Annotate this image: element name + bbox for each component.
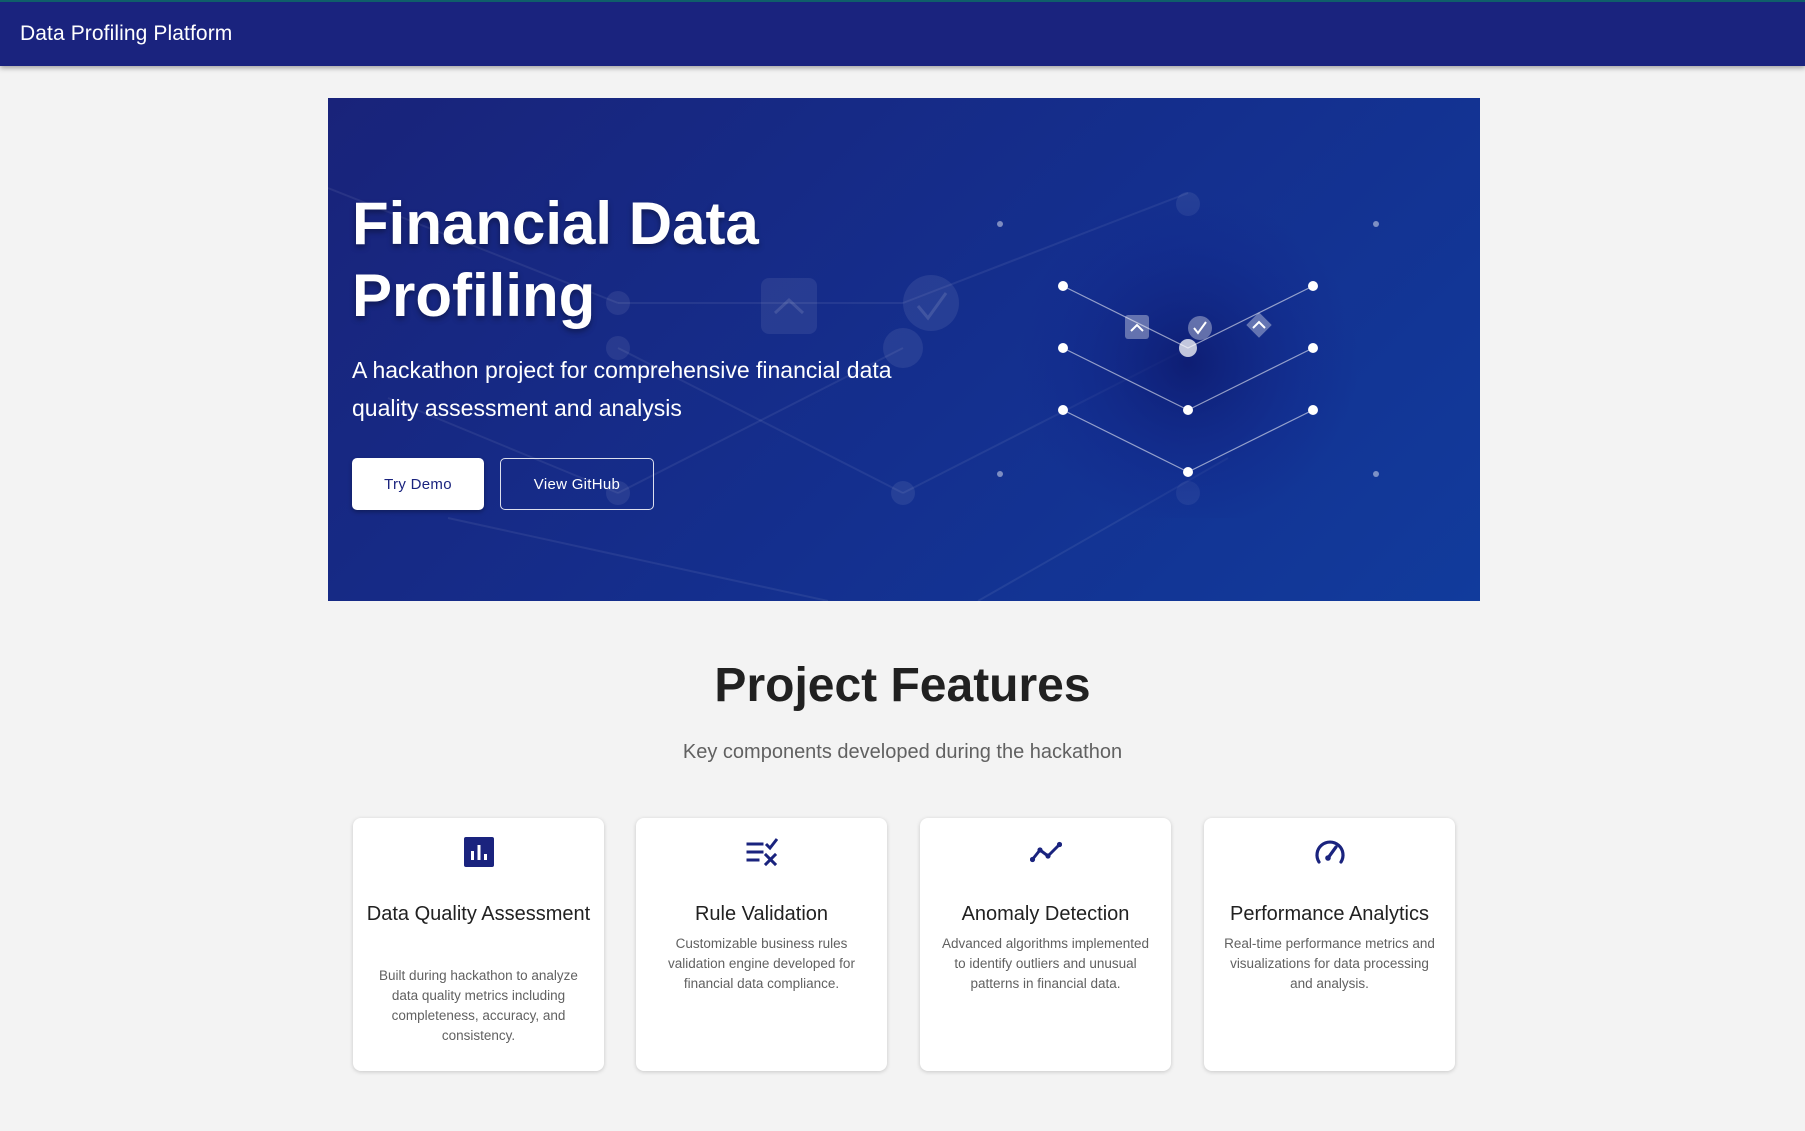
feature-card-performance-analytics[interactable]: Performance Analytics Real-time performa… <box>1204 818 1455 1071</box>
feature-card-rule-validation[interactable]: Rule Validation Customizable business ru… <box>636 818 887 1071</box>
card-title: Anomaly Detection <box>961 903 1130 925</box>
card-title: Rule Validation <box>694 903 829 925</box>
card-description: Real-time performance metrics and visual… <box>1224 936 1435 991</box>
feature-card-data-quality[interactable]: Data Quality Assessment Built during hac… <box>353 818 604 1071</box>
rule-checklist-icon <box>746 838 778 867</box>
small-chart-icon <box>1125 315 1149 339</box>
card-description: Customizable business rules validation e… <box>668 936 855 991</box>
hero-subtitle: A hackathon project for comprehensive fi… <box>352 357 892 421</box>
hero-banner: Financial Data Profiling A hackathon pro… <box>328 98 1480 601</box>
card-description: Built during hackathon to analyze data q… <box>379 968 578 1043</box>
card-title: Performance Analytics <box>1230 903 1429 925</box>
bar-chart-icon <box>464 837 494 867</box>
view-github-button[interactable]: View GitHub <box>500 458 654 510</box>
small-check-icon <box>1188 316 1212 340</box>
speedometer-icon <box>1315 840 1345 864</box>
app-bar: Data Profiling Platform <box>0 0 1805 66</box>
hero-title: Financial Data Profiling <box>352 190 759 329</box>
try-demo-button[interactable]: Try Demo <box>352 458 484 510</box>
features-title: Project Features <box>714 659 1091 712</box>
card-title: Data Quality Assessment <box>366 903 591 925</box>
trend-line-icon <box>1030 841 1062 863</box>
app-title[interactable]: Data Profiling Platform <box>20 22 232 46</box>
feature-card-anomaly-detection[interactable]: Anomaly Detection Advanced algorithms im… <box>920 818 1171 1071</box>
features-subtitle: Key components developed during the hack… <box>682 741 1123 763</box>
data-network-illustration <box>1018 193 1358 518</box>
card-description: Advanced algorithms implemented to ident… <box>941 936 1150 991</box>
